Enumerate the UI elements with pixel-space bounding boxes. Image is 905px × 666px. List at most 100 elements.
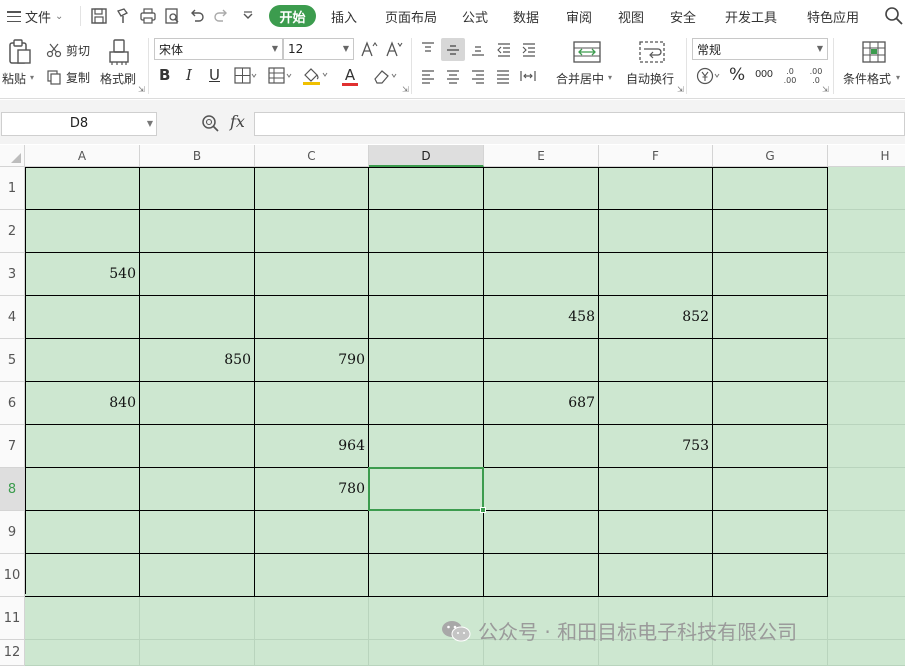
tab-insert[interactable]: 插入 xyxy=(331,7,357,26)
cell-b10[interactable] xyxy=(140,554,255,597)
align-bottom-icon[interactable] xyxy=(468,39,488,59)
cell-h2[interactable] xyxy=(828,210,905,253)
column-header-c[interactable]: C xyxy=(255,145,369,167)
cell-f9[interactable] xyxy=(599,511,713,554)
cell-g6[interactable] xyxy=(713,382,828,425)
cell-e4[interactable]: 458 xyxy=(484,296,599,339)
cell-b5[interactable]: 850 xyxy=(140,339,255,382)
cell-c8[interactable]: 780 xyxy=(255,468,369,511)
cell-e5[interactable] xyxy=(484,339,599,382)
wrap-text-button[interactable]: 自动换行 xyxy=(626,70,674,87)
bold-button[interactable]: B xyxy=(159,66,170,84)
cell-d8[interactable] xyxy=(369,468,484,511)
undo-icon[interactable] xyxy=(187,6,207,26)
cell-b6[interactable] xyxy=(140,382,255,425)
cell-f5[interactable] xyxy=(599,339,713,382)
column-header-d[interactable]: D xyxy=(369,145,484,167)
number-launcher-icon[interactable]: ⇲ xyxy=(822,85,829,94)
customize-toolbar-icon[interactable] xyxy=(238,6,258,26)
cell-c1[interactable] xyxy=(255,167,369,210)
cell-a4[interactable] xyxy=(25,296,140,339)
row-header-1[interactable]: 1 xyxy=(0,167,25,210)
cell-b1[interactable] xyxy=(140,167,255,210)
row-header-9[interactable]: 9 xyxy=(0,511,25,554)
cell-b4[interactable] xyxy=(140,296,255,339)
row-header-10[interactable]: 10 xyxy=(0,554,25,597)
cell-h9[interactable] xyxy=(828,511,905,554)
cell-c11[interactable] xyxy=(255,597,369,640)
copy-button[interactable]: 复制 xyxy=(66,69,90,86)
tab-home[interactable]: 开始 xyxy=(269,5,316,27)
align-right-icon[interactable] xyxy=(468,66,488,86)
cell-h10[interactable] xyxy=(828,554,905,597)
decrease-indent-icon[interactable] xyxy=(494,39,514,59)
italic-button[interactable]: I xyxy=(186,66,192,84)
number-format-select[interactable]: 常规 ▼ xyxy=(692,38,828,60)
cell-f10[interactable] xyxy=(599,554,713,597)
cell-h4[interactable] xyxy=(828,296,905,339)
redo-icon[interactable] xyxy=(211,6,231,26)
cell-d2[interactable] xyxy=(369,210,484,253)
cell-c2[interactable] xyxy=(255,210,369,253)
tab-page-layout[interactable]: 页面布局 xyxy=(385,7,437,26)
increase-decimal-button[interactable]: .0 .00 xyxy=(780,65,800,87)
cell-c4[interactable] xyxy=(255,296,369,339)
fill-color-button[interactable] xyxy=(301,65,331,87)
borders-button[interactable] xyxy=(233,66,259,86)
row-header-5[interactable]: 5 xyxy=(0,339,25,382)
column-header-b[interactable]: B xyxy=(140,145,255,167)
cell-c5[interactable]: 790 xyxy=(255,339,369,382)
cell-d9[interactable] xyxy=(369,511,484,554)
row-header-6[interactable]: 6 xyxy=(0,382,25,425)
tab-special-apps[interactable]: 特色应用 xyxy=(807,7,859,26)
cell-d3[interactable] xyxy=(369,253,484,296)
column-header-f[interactable]: F xyxy=(599,145,713,167)
cell-f7[interactable]: 753 xyxy=(599,425,713,468)
cell-a11[interactable] xyxy=(25,597,140,640)
cell-c12[interactable] xyxy=(255,640,369,666)
alignment-launcher-icon[interactable]: ⇲ xyxy=(677,85,684,94)
cell-e8[interactable] xyxy=(484,468,599,511)
cell-h11[interactable] xyxy=(828,597,905,640)
decrease-decimal-button[interactable]: .00 .0 xyxy=(806,65,826,87)
cell-h1[interactable] xyxy=(828,167,905,210)
cell-d7[interactable] xyxy=(369,425,484,468)
paste-label[interactable]: 粘贴 xyxy=(2,70,26,87)
cell-a10[interactable] xyxy=(25,554,140,597)
cell-c6[interactable] xyxy=(255,382,369,425)
insert-function-button[interactable]: fx xyxy=(230,112,245,131)
print-preview-icon[interactable] xyxy=(162,6,182,26)
cell-h3[interactable] xyxy=(828,253,905,296)
tab-review[interactable]: 审阅 xyxy=(566,7,592,26)
cell-f2[interactable] xyxy=(599,210,713,253)
format-paint-icon[interactable] xyxy=(114,6,134,26)
cell-c9[interactable] xyxy=(255,511,369,554)
cell-g5[interactable] xyxy=(713,339,828,382)
cell-e3[interactable] xyxy=(484,253,599,296)
tab-data[interactable]: 数据 xyxy=(513,7,539,26)
decrease-font-icon[interactable] xyxy=(384,39,404,59)
cell-b11[interactable] xyxy=(140,597,255,640)
print-icon[interactable] xyxy=(138,6,158,26)
cell-a12[interactable] xyxy=(25,640,140,666)
cell-f3[interactable] xyxy=(599,253,713,296)
conditional-format-dropdown-icon[interactable]: ▾ xyxy=(896,73,900,82)
font-size-select[interactable]: 12 ▼ xyxy=(283,38,354,60)
font-launcher-icon[interactable]: ⇲ xyxy=(402,85,409,94)
column-header-a[interactable]: A xyxy=(25,145,140,167)
cell-h6[interactable] xyxy=(828,382,905,425)
cell-e7[interactable] xyxy=(484,425,599,468)
tab-developer[interactable]: 开发工具 xyxy=(725,7,777,26)
merge-center-button[interactable]: 合并居中 xyxy=(556,70,604,87)
cell-h12[interactable] xyxy=(828,640,905,666)
cell-g8[interactable] xyxy=(713,468,828,511)
tab-view[interactable]: 视图 xyxy=(618,7,644,26)
cell-d6[interactable] xyxy=(369,382,484,425)
cell-d1[interactable] xyxy=(369,167,484,210)
paste-button[interactable] xyxy=(4,37,34,67)
cell-a7[interactable] xyxy=(25,425,140,468)
cell-f1[interactable] xyxy=(599,167,713,210)
cell-d10[interactable] xyxy=(369,554,484,597)
cell-e2[interactable] xyxy=(484,210,599,253)
name-box[interactable]: D8 ▼ xyxy=(1,112,157,136)
